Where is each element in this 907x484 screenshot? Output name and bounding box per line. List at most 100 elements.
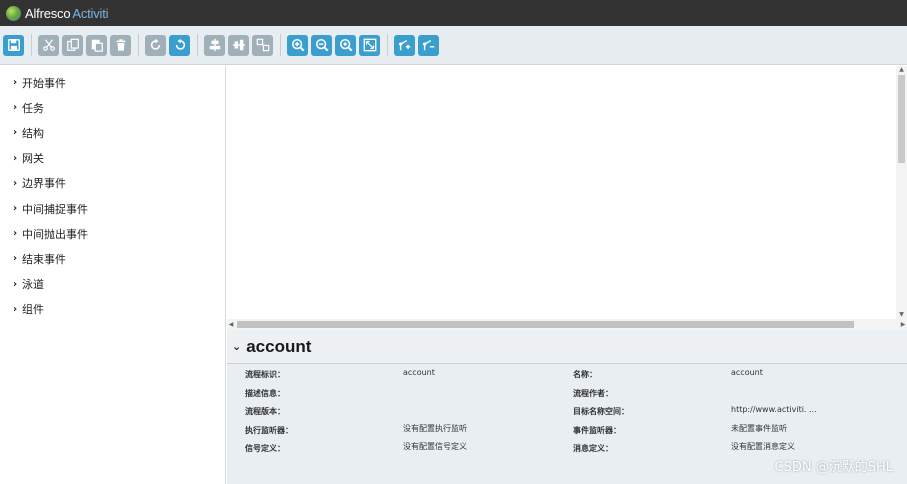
app-logo-text: Alfresco Activiti bbox=[25, 5, 109, 21]
property-value[interactable]: 没有配置消息定义 bbox=[731, 440, 795, 454]
undo-button[interactable] bbox=[169, 34, 190, 56]
zoom-actual-button[interactable] bbox=[335, 34, 356, 56]
align-horizontal-button[interactable] bbox=[204, 34, 225, 56]
zoom-fit-button[interactable] bbox=[359, 34, 380, 56]
palette-group-label: 开始事件 bbox=[22, 76, 66, 90]
chevron-right-icon: › bbox=[13, 278, 18, 290]
property-value[interactable]: 没有配置执行监听 bbox=[403, 422, 467, 436]
property-value[interactable]: 未配置事件监听 bbox=[731, 422, 787, 436]
palette-group[interactable]: › 结束事件 bbox=[0, 246, 225, 271]
palette-group-label: 边界事件 bbox=[22, 177, 66, 191]
same-size-icon bbox=[256, 38, 269, 52]
paste-button[interactable] bbox=[86, 34, 107, 56]
vertical-scroll-thumb[interactable] bbox=[898, 75, 905, 163]
palette-group-label: 任务 bbox=[22, 101, 44, 115]
zoom-out-button[interactable] bbox=[311, 34, 332, 56]
save-button[interactable] bbox=[3, 34, 24, 56]
zoom-fit-icon bbox=[363, 38, 376, 52]
chevron-right-icon: › bbox=[13, 152, 18, 164]
property-label: 目标名称空间： bbox=[573, 407, 629, 417]
palette-group-label: 中间捕捉事件 bbox=[22, 202, 88, 216]
palette-group-label: 结束事件 bbox=[22, 252, 66, 266]
property-label: 事件监听器： bbox=[573, 425, 621, 435]
property-row: 执行监听器： 没有配置执行监听 事件监听器： 未配置事件监听 bbox=[227, 422, 907, 440]
cut-icon bbox=[42, 39, 55, 51]
horizontal-scroll-thumb[interactable] bbox=[237, 321, 854, 328]
property-value[interactable]: 没有配置信号定义 bbox=[403, 440, 467, 454]
scroll-down-arrow-icon[interactable]: ▼ bbox=[896, 311, 907, 319]
align-vertical-icon bbox=[232, 39, 245, 51]
scroll-right-arrow-icon[interactable]: ▶ bbox=[899, 319, 907, 330]
toolbar-separator bbox=[31, 34, 32, 56]
property-value[interactable]: account bbox=[731, 366, 763, 380]
palette-group[interactable]: › 中间抛出事件 bbox=[0, 221, 225, 246]
palette-group[interactable]: › 组件 bbox=[0, 297, 225, 322]
property-label: 名称： bbox=[573, 370, 597, 379]
undo-icon bbox=[175, 38, 185, 50]
property-label: 信号定义： bbox=[245, 444, 285, 454]
alfresco-logo-icon bbox=[6, 5, 21, 21]
toolbar-separator bbox=[197, 34, 198, 56]
chevron-right-icon: › bbox=[13, 253, 18, 265]
chevron-right-icon: › bbox=[13, 303, 18, 315]
bendpoint-remove-icon bbox=[422, 40, 434, 51]
properties-header[interactable]: ⌄ account bbox=[227, 330, 907, 364]
palette-group[interactable]: › 边界事件 bbox=[0, 171, 225, 196]
shape-palette: › 开始事件 › 任务 › 结构 › 网关 › 边界事件 › 中间捕捉事件 › 中间抛出事件 › 结束事件 › 泳… bbox=[0, 66, 226, 484]
diagram-canvas[interactable] bbox=[227, 66, 907, 319]
palette-group-label: 结构 bbox=[22, 126, 44, 140]
zoom-actual-icon bbox=[339, 38, 352, 52]
scroll-up-arrow-icon[interactable]: ▲ bbox=[896, 66, 907, 74]
save-icon bbox=[7, 39, 20, 51]
canvas-vertical-scrollbar[interactable]: ▲ ▼ bbox=[896, 66, 907, 319]
zoom-in-button[interactable] bbox=[287, 34, 308, 56]
bendpoint-add-icon bbox=[398, 40, 410, 51]
bendpoint-remove-button[interactable] bbox=[418, 34, 439, 56]
scroll-left-arrow-icon[interactable]: ◀ bbox=[227, 319, 235, 330]
chevron-down-icon[interactable]: ⌄ bbox=[232, 340, 241, 353]
title-bar: Alfresco Activiti bbox=[0, 0, 907, 26]
property-label: 流程标识： bbox=[245, 370, 285, 379]
delete-icon bbox=[116, 39, 125, 51]
palette-group-label: 泳道 bbox=[22, 278, 44, 292]
align-vertical-button[interactable] bbox=[228, 34, 249, 56]
chevron-right-icon: › bbox=[13, 102, 18, 114]
chevron-right-icon: › bbox=[13, 228, 18, 240]
toolbar-separator bbox=[138, 34, 139, 56]
toolbar bbox=[0, 26, 907, 65]
property-row: 描述信息： 流程作者： bbox=[227, 385, 907, 403]
palette-group[interactable]: › 任务 bbox=[0, 95, 225, 120]
redo-button[interactable] bbox=[145, 34, 166, 56]
copy-icon bbox=[66, 38, 79, 51]
property-value[interactable]: account bbox=[403, 366, 435, 380]
palette-group-label: 中间抛出事件 bbox=[22, 227, 88, 241]
copy-button[interactable] bbox=[62, 34, 83, 56]
palette-group[interactable]: › 结构 bbox=[0, 120, 225, 145]
property-row: 流程版本： 目标名称空间： http://www.activiti. ... bbox=[227, 403, 907, 421]
brand-primary: Alfresco bbox=[25, 5, 71, 21]
palette-group[interactable]: › 开始事件 bbox=[0, 70, 225, 95]
property-label: 消息定义： bbox=[573, 444, 613, 454]
paste-icon bbox=[91, 39, 103, 52]
delete-button[interactable] bbox=[110, 34, 131, 56]
brand-secondary: Activiti bbox=[72, 5, 109, 21]
cut-button[interactable] bbox=[38, 34, 59, 56]
zoom-out-icon bbox=[315, 38, 328, 52]
chevron-right-icon: › bbox=[13, 127, 18, 139]
property-value[interactable]: http://www.activiti. ... bbox=[731, 403, 817, 417]
redo-icon bbox=[150, 38, 160, 50]
zoom-in-icon bbox=[291, 38, 304, 52]
align-horizontal-icon bbox=[209, 38, 220, 52]
palette-group[interactable]: › 中间捕捉事件 bbox=[0, 196, 225, 221]
palette-group[interactable]: › 泳道 bbox=[0, 272, 225, 297]
property-label: 流程版本： bbox=[245, 407, 285, 417]
properties-title: account bbox=[246, 336, 312, 356]
watermark: CSDN @沉默的SHL bbox=[774, 460, 893, 475]
chevron-right-icon: › bbox=[13, 177, 18, 189]
toolbar-separator bbox=[387, 34, 388, 56]
palette-group[interactable]: › 网关 bbox=[0, 146, 225, 171]
canvas-horizontal-scrollbar[interactable]: ◀ ▶ bbox=[227, 319, 907, 330]
bendpoint-add-button[interactable] bbox=[394, 34, 415, 56]
palette-group-label: 组件 bbox=[22, 303, 44, 317]
same-size-button[interactable] bbox=[252, 34, 273, 56]
